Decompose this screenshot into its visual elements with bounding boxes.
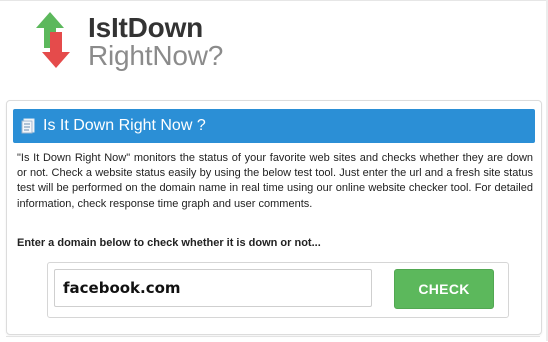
check-prompt: Enter a domain below to check whether it… [17, 237, 321, 249]
logo-subtitle: RightNow? [88, 40, 224, 71]
panel-header: Is It Down Right Now ? [13, 109, 535, 143]
next-panel-edge [6, 336, 540, 342]
checker-panel: Is It Down Right Now ? "Is It Down Right… [6, 100, 542, 335]
page-icon [21, 118, 35, 134]
top-border [0, 0, 548, 1]
check-button[interactable]: CHECK [394, 269, 494, 309]
logo-title: IsItDown [88, 12, 204, 43]
domain-input[interactable] [54, 269, 372, 307]
site-logo[interactable]: IsItDown RightNow? [36, 10, 246, 72]
up-down-arrows-icon [36, 12, 70, 68]
check-form: CHECK [47, 262, 509, 318]
panel-title: Is It Down Right Now ? [43, 117, 206, 134]
panel-description: "Is It Down Right Now" monitors the stat… [17, 152, 533, 210]
